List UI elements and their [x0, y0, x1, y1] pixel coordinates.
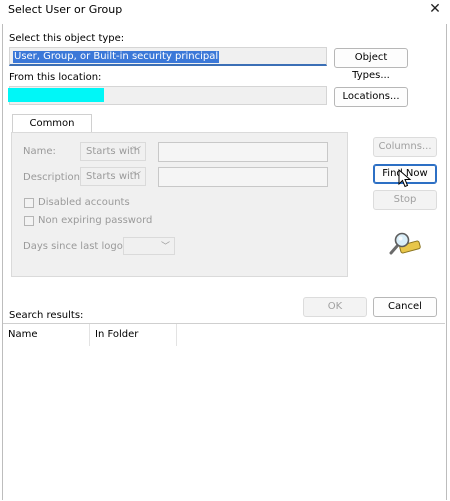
location-redaction	[8, 88, 104, 102]
name-mode-select[interactable]: Starts with ﹀	[80, 142, 146, 161]
days-since-logon-select[interactable]: ﹀	[123, 237, 175, 255]
tab-common-queries[interactable]: Common Queries	[12, 114, 92, 147]
disabled-accounts-label: Disabled accounts	[38, 197, 130, 208]
mouse-pointer-icon	[398, 169, 412, 188]
object-type-label: Select this object type:	[9, 33, 125, 44]
object-types-button[interactable]: Object Types...	[334, 48, 408, 81]
description-mode-select[interactable]: Starts with ﹀	[80, 167, 146, 186]
name-query-label: Name:	[23, 146, 56, 157]
non-expiring-password-label: Non expiring password	[38, 215, 153, 226]
cancel-button[interactable]: Cancel	[373, 297, 437, 317]
search-results-label: Search results:	[9, 310, 84, 321]
search-results-list[interactable]: Name In Folder	[3, 323, 445, 501]
locations-button[interactable]: Locations...	[334, 87, 408, 107]
window-title: Select User or Group	[8, 3, 123, 16]
stop-button[interactable]: Stop	[373, 190, 437, 210]
chevron-down-icon: ﹀	[131, 172, 141, 182]
magnifier-search-icon	[389, 232, 421, 255]
description-query-label: Description:	[23, 172, 84, 183]
window-border-right	[446, 24, 447, 500]
non-expiring-password-checkbox[interactable]	[24, 216, 34, 226]
object-type-field[interactable]: User, Group, or Built-in security princi…	[9, 47, 327, 66]
close-icon[interactable]: ✕	[428, 0, 442, 18]
location-label: From this location:	[9, 72, 102, 83]
description-query-input[interactable]	[158, 167, 328, 187]
columns-button[interactable]: Columns...	[373, 137, 437, 157]
days-since-logon-label: Days since last logon:	[23, 241, 133, 252]
ok-button[interactable]: OK	[303, 297, 367, 317]
column-header-in-folder[interactable]: In Folder	[90, 324, 177, 346]
chevron-down-icon: ﹀	[160, 242, 170, 252]
name-query-input[interactable]	[158, 142, 328, 162]
chevron-down-icon: ﹀	[131, 147, 141, 157]
object-type-value: User, Group, or Built-in security princi…	[13, 51, 220, 63]
column-header-name[interactable]: Name	[3, 324, 90, 346]
disabled-accounts-checkbox[interactable]	[24, 198, 34, 208]
